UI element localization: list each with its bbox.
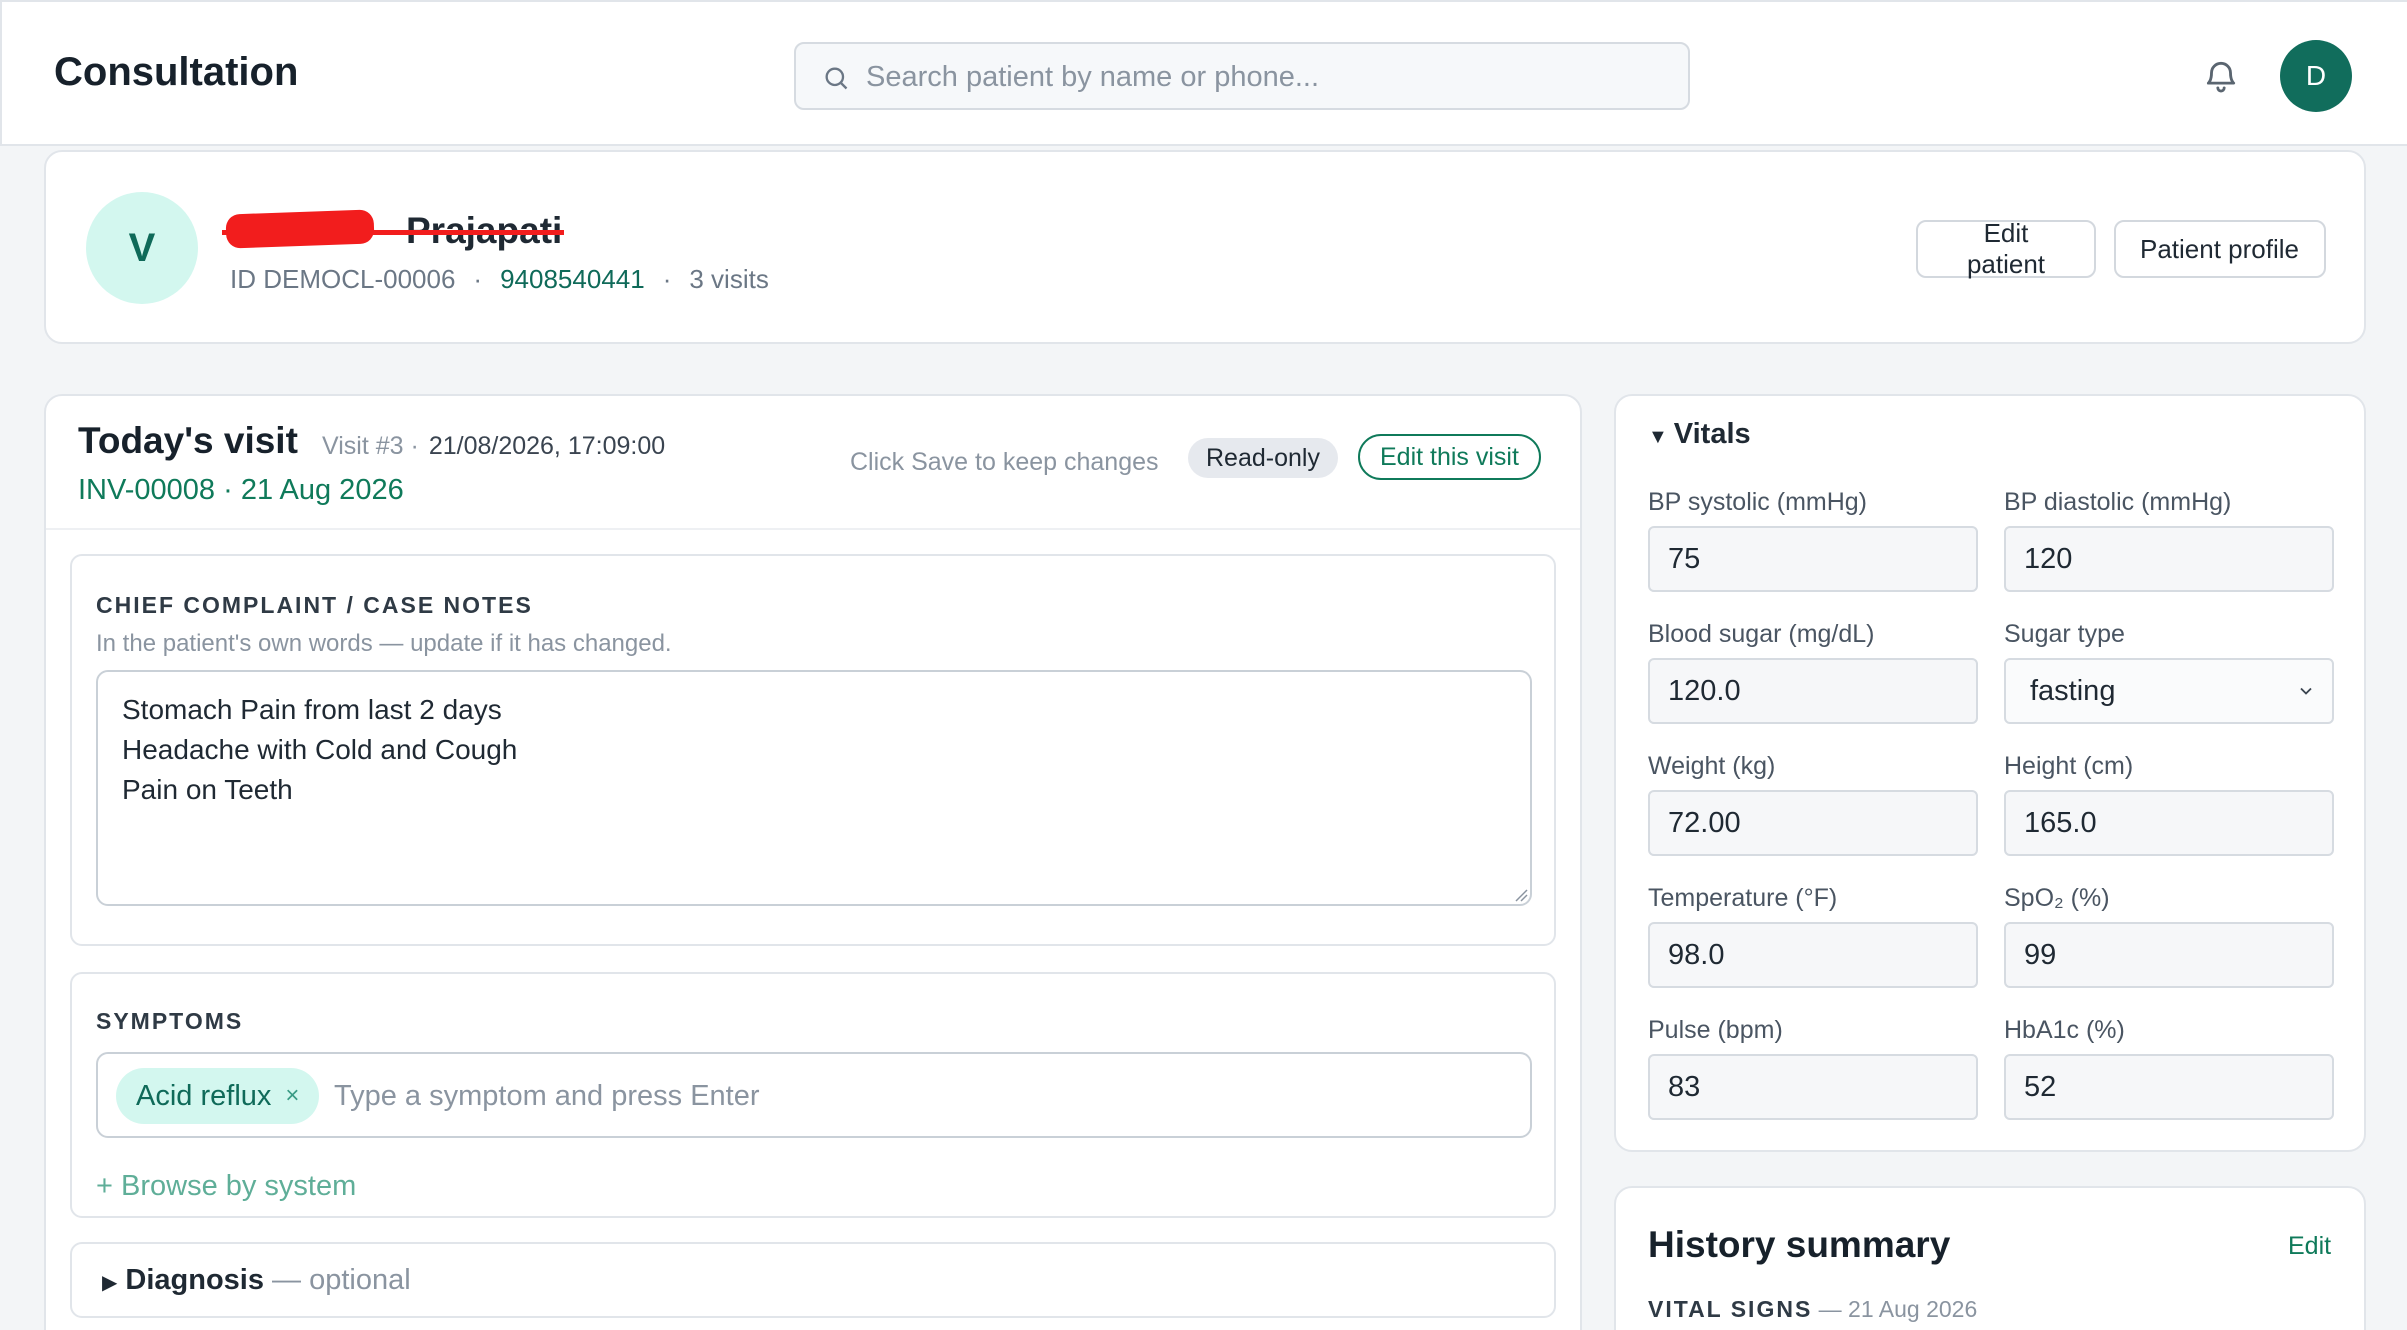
browse-by-system-link[interactable]: + Browse by system	[96, 1170, 356, 1203]
save-hint: Click Save to keep changes	[850, 448, 1159, 476]
visit-header: Today's visit Visit #3 · 21/08/2026, 17:0…	[46, 396, 1580, 530]
vitals-toggle[interactable]: ▼ Vitals	[1648, 418, 1751, 451]
diagnosis-optional: — optional	[272, 1264, 411, 1296]
blood-sugar-input[interactable]: 120.0	[1648, 658, 1978, 724]
visit-invoice[interactable]: INV-00008 · 21 Aug 2026	[78, 474, 404, 507]
meta-separator: ·	[662, 264, 672, 294]
redaction-strike	[222, 230, 564, 235]
sugar-type-value: fasting	[2030, 674, 2116, 707]
edit-visit-button[interactable]: Edit this visit	[1358, 434, 1541, 480]
patient-visit-count: 3 visits	[689, 264, 769, 294]
remove-chip-icon[interactable]: ×	[285, 1082, 299, 1110]
history-summary-card: History summary Edit VITAL SIGNS — 21 Au…	[1614, 1186, 2366, 1330]
redaction-mark	[225, 209, 375, 249]
diagnosis-label: Diagnosis	[125, 1264, 264, 1296]
section-label: CHIEF COMPLAINT / CASE NOTES	[96, 592, 533, 618]
visit-number: Visit #3 ·	[322, 432, 419, 460]
history-title: History summary	[1648, 1224, 1951, 1265]
search-bar[interactable]	[794, 42, 1690, 110]
patient-profile-button[interactable]: Patient profile	[2114, 220, 2326, 278]
symptom-chip[interactable]: Acid reflux ×	[116, 1068, 320, 1124]
height-input[interactable]: 165.0	[2004, 790, 2334, 856]
weight-input[interactable]: 72.00	[1648, 790, 1978, 856]
vitals-title: Vitals	[1673, 418, 1751, 450]
vital-signs-heading: VITAL SIGNS — 21 Aug 2026	[1648, 1296, 1977, 1323]
temperature-input[interactable]: 98.0	[1648, 922, 1978, 988]
vital-label: BP diastolic (mmHg)	[2004, 488, 2232, 516]
vital-label: Pulse (bpm)	[1648, 1016, 1783, 1044]
patient-phone[interactable]: 9408540441	[500, 264, 645, 295]
chevron-down-icon	[2300, 687, 2312, 695]
vital-label: Sugar type	[2004, 620, 2125, 648]
edit-patient-button[interactable]: Edit patient	[1916, 218, 2096, 279]
search-icon	[825, 67, 848, 90]
page-title: Consultation	[54, 50, 299, 94]
hba1c-input[interactable]: 52	[2004, 1054, 2334, 1120]
visit-card: Today's visit Visit #3 · 21/08/2026, 17:0…	[44, 394, 1582, 1330]
symptom-chip-label: Acid reflux	[136, 1079, 272, 1112]
visit-datetime: 21/08/2026, 17:09:00	[428, 432, 666, 460]
chief-complaint-section: CHIEF COMPLAINT / CASE NOTES In the pati…	[70, 554, 1556, 946]
vital-label: SpO₂ (%)	[2004, 884, 2110, 912]
patient-meta: ID DEMOCL-00006 · 9408540441 · 3 visits	[230, 264, 769, 295]
bp-diastolic-input[interactable]: 120	[2004, 526, 2334, 592]
history-edit-link[interactable]: Edit	[2288, 1232, 2331, 1261]
vital-label: Weight (kg)	[1648, 752, 1776, 780]
vital-label: HbA1c (%)	[2004, 1016, 2125, 1044]
diagnosis-section[interactable]: ▶ Diagnosis — optional	[70, 1242, 1556, 1318]
vital-label: Temperature (°F)	[1648, 884, 1838, 912]
top-header: Consultation D	[0, 0, 2407, 146]
user-avatar[interactable]: D	[2280, 40, 2352, 112]
patient-card: V Prajapati ID DEMOCL-00006 · 9408540441…	[44, 150, 2366, 344]
vital-signs-label: VITAL SIGNS	[1648, 1296, 1813, 1322]
diagnosis-toggle[interactable]: ▶ Diagnosis — optional	[102, 1264, 411, 1297]
visit-title: Today's visit	[78, 420, 298, 461]
visit-meta: Visit #3 · 21/08/2026, 17:09:00	[322, 432, 665, 461]
notification-bell-icon[interactable]	[2202, 56, 2240, 101]
section-subtitle: In the patient's own words — update if i…	[96, 630, 672, 657]
expand-triangle-icon: ▶	[102, 1272, 118, 1294]
patient-avatar: V	[86, 192, 198, 304]
sugar-type-select[interactable]: fasting	[2004, 658, 2334, 724]
patient-id: ID DEMOCL-00006	[230, 264, 456, 294]
bp-systolic-input[interactable]: 75	[1648, 526, 1978, 592]
symptom-input-box[interactable]: Acid reflux ×	[96, 1052, 1532, 1138]
readonly-badge: Read-only	[1188, 438, 1338, 478]
collapse-triangle-icon: ▼	[1648, 426, 1668, 448]
meta-separator: ·	[473, 264, 483, 294]
spo2-input[interactable]: 99	[2004, 922, 2334, 988]
section-label: SYMPTOMS	[96, 1008, 244, 1034]
vitals-card: ▼ Vitals BP systolic (mmHg) 75 BP diastol…	[1614, 394, 2366, 1152]
symptoms-section: SYMPTOMS Acid reflux × + Browse by syste…	[70, 972, 1556, 1218]
resize-handle-icon[interactable]	[1514, 888, 1528, 902]
vital-signs-date: — 21 Aug 2026	[1818, 1296, 1978, 1322]
vital-label: BP systolic (mmHg)	[1648, 488, 1868, 516]
pulse-input[interactable]: 83	[1648, 1054, 1978, 1120]
vital-label: Blood sugar (mg/dL)	[1648, 620, 1875, 648]
symptom-input[interactable]	[334, 1074, 1434, 1118]
vital-label: Height (cm)	[2004, 752, 2134, 780]
search-input[interactable]	[866, 56, 1666, 98]
case-notes-textarea[interactable]: Stomach Pain from last 2 days Headache w…	[96, 670, 1532, 906]
